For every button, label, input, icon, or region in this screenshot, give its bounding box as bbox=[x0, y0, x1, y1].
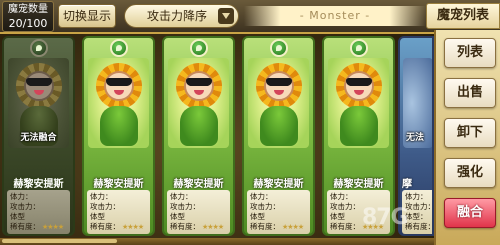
rarity-stars: ★★★★ bbox=[42, 223, 64, 231]
stat-hp-label: 体力： bbox=[170, 192, 193, 201]
cannot-merge-label: 无法 bbox=[405, 133, 424, 143]
stat-hp-label: 体力： bbox=[405, 192, 428, 201]
side-menu: 列表 出售 卸下 强化 融合 bbox=[434, 30, 500, 245]
monster-banner: - Monster - bbox=[244, 6, 426, 26]
leaf-badge-icon bbox=[189, 39, 208, 57]
pet-card[interactable]: 赫黎安提斯 体力： 攻击力： 体型 稀有度： ★★★★ bbox=[162, 36, 235, 236]
stat-rarity-label: 稀有度： bbox=[250, 222, 280, 231]
sunglasses-icon bbox=[346, 78, 372, 86]
pet-card-name: 摩 bbox=[402, 179, 412, 190]
pet-card[interactable]: 无法融合 赫黎安提斯 体力： 攻击力： 体型 稀有度： ★★★★ bbox=[2, 36, 75, 236]
stat-type-label: 体型 bbox=[170, 212, 185, 221]
sunglasses-icon bbox=[26, 78, 52, 86]
sort-dropdown-label: 攻击力降序 bbox=[147, 9, 208, 23]
pet-card-name: 赫黎安提斯 bbox=[13, 179, 64, 190]
stat-atk-label: 攻击力： bbox=[90, 202, 120, 211]
rarity-stars: ★★★★ bbox=[122, 223, 144, 231]
rarity-stars: ★★★★ bbox=[202, 223, 224, 231]
top-bar: 魔宠数量 20/100 切换显示 攻击力降序 - Monster - 魔宠列表 bbox=[0, 0, 500, 34]
stat-atk-label: 攻击力： bbox=[10, 202, 40, 211]
monster-face bbox=[264, 71, 294, 101]
stat-hp-label: 体力： bbox=[330, 192, 353, 201]
pet-list-screen: 魔宠数量 20/100 切换显示 攻击力降序 - Monster - 魔宠列表 … bbox=[0, 0, 500, 245]
enhance-button[interactable]: 强化 bbox=[444, 158, 496, 188]
stat-rarity-label: 稀有度： bbox=[330, 222, 360, 231]
merge-button[interactable]: 融合 bbox=[444, 198, 496, 228]
monster-face bbox=[184, 71, 214, 101]
pet-count-value: 20/100 bbox=[8, 17, 48, 30]
pet-count-box: 魔宠数量 20/100 bbox=[2, 1, 54, 32]
monster-body bbox=[180, 106, 218, 146]
pet-card-art bbox=[168, 58, 229, 148]
leaf-badge-icon bbox=[29, 39, 48, 57]
pet-card-stats: 体力： 攻击力： 体型 稀有度： ★★★★ bbox=[87, 190, 150, 234]
sunglasses-icon bbox=[106, 78, 132, 86]
stat-rarity-label: 稀有度： bbox=[10, 222, 40, 231]
stat-hp-label: 体力： bbox=[10, 192, 33, 201]
horizontal-scrollbar[interactable] bbox=[2, 239, 117, 243]
stat-hp-label: 体力： bbox=[90, 192, 113, 201]
pet-card-art bbox=[328, 58, 389, 148]
monster-face bbox=[104, 71, 134, 101]
pet-card[interactable]: 赫黎安提斯 体力： 攻击力： 体型 稀有度： ★★★★ bbox=[242, 36, 315, 236]
sort-dropdown[interactable]: 攻击力降序 bbox=[124, 4, 239, 28]
watermark-logo: 87G bbox=[362, 205, 409, 230]
stat-atk-label: 攻击力： bbox=[330, 202, 360, 211]
panel-title: 魔宠列表 bbox=[426, 3, 500, 29]
sell-button[interactable]: 出售 bbox=[444, 78, 496, 108]
leaf-badge-icon bbox=[269, 39, 288, 57]
pet-count-label: 魔宠数量 bbox=[8, 4, 48, 15]
list-button[interactable]: 列表 bbox=[444, 38, 496, 68]
pet-card-stats: 体力： 攻击力： 体型 稀有度： ★★★★ bbox=[247, 190, 310, 234]
unequip-button[interactable]: 卸下 bbox=[444, 118, 496, 148]
pet-card-art bbox=[88, 58, 149, 148]
stat-atk-label: 攻击力： bbox=[250, 202, 280, 211]
stat-type-label: 体型 bbox=[90, 212, 105, 221]
pet-card-name: 赫黎安提斯 bbox=[333, 179, 384, 190]
stat-rarity-label: 稀有度： bbox=[170, 222, 200, 231]
pet-card[interactable]: 赫黎安提斯 体力： 攻击力： 体型 稀有度： ★★★★ bbox=[82, 36, 155, 236]
pet-card-stats: 体力： 攻击力： 体型 稀有度： ★★★★ bbox=[167, 190, 230, 234]
monster-face bbox=[24, 71, 54, 101]
monster-body bbox=[340, 106, 378, 146]
leaf-badge-icon bbox=[349, 39, 368, 57]
pet-card-name: 赫黎安提斯 bbox=[173, 179, 224, 190]
monster-body bbox=[100, 106, 138, 146]
stat-type-label: 体型 bbox=[10, 212, 25, 221]
rarity-stars: ★★★★ bbox=[282, 223, 304, 231]
monster-face bbox=[344, 71, 374, 101]
toggle-display-button[interactable]: 切换显示 bbox=[58, 4, 116, 28]
pet-card-art bbox=[248, 58, 309, 148]
sunglasses-icon bbox=[186, 78, 212, 86]
stat-rarity-label: 稀有度： bbox=[90, 222, 120, 231]
stat-type-label: 体型 bbox=[250, 212, 265, 221]
sunglasses-icon bbox=[266, 78, 292, 86]
pet-card-name: 赫黎安提斯 bbox=[93, 179, 144, 190]
chevron-down-icon bbox=[218, 8, 234, 24]
stat-type-label: 体型 bbox=[330, 212, 345, 221]
stat-hp-label: 体力： bbox=[250, 192, 273, 201]
monster-body bbox=[260, 106, 298, 146]
cannot-merge-label: 无法融合 bbox=[20, 133, 57, 143]
stat-atk-label: 攻击力： bbox=[170, 202, 200, 211]
leaf-badge-icon bbox=[109, 39, 128, 57]
pet-card-name: 赫黎安提斯 bbox=[253, 179, 304, 190]
pet-card-stats: 体力： 攻击力： 体型 稀有度： ★★★★ bbox=[7, 190, 70, 234]
